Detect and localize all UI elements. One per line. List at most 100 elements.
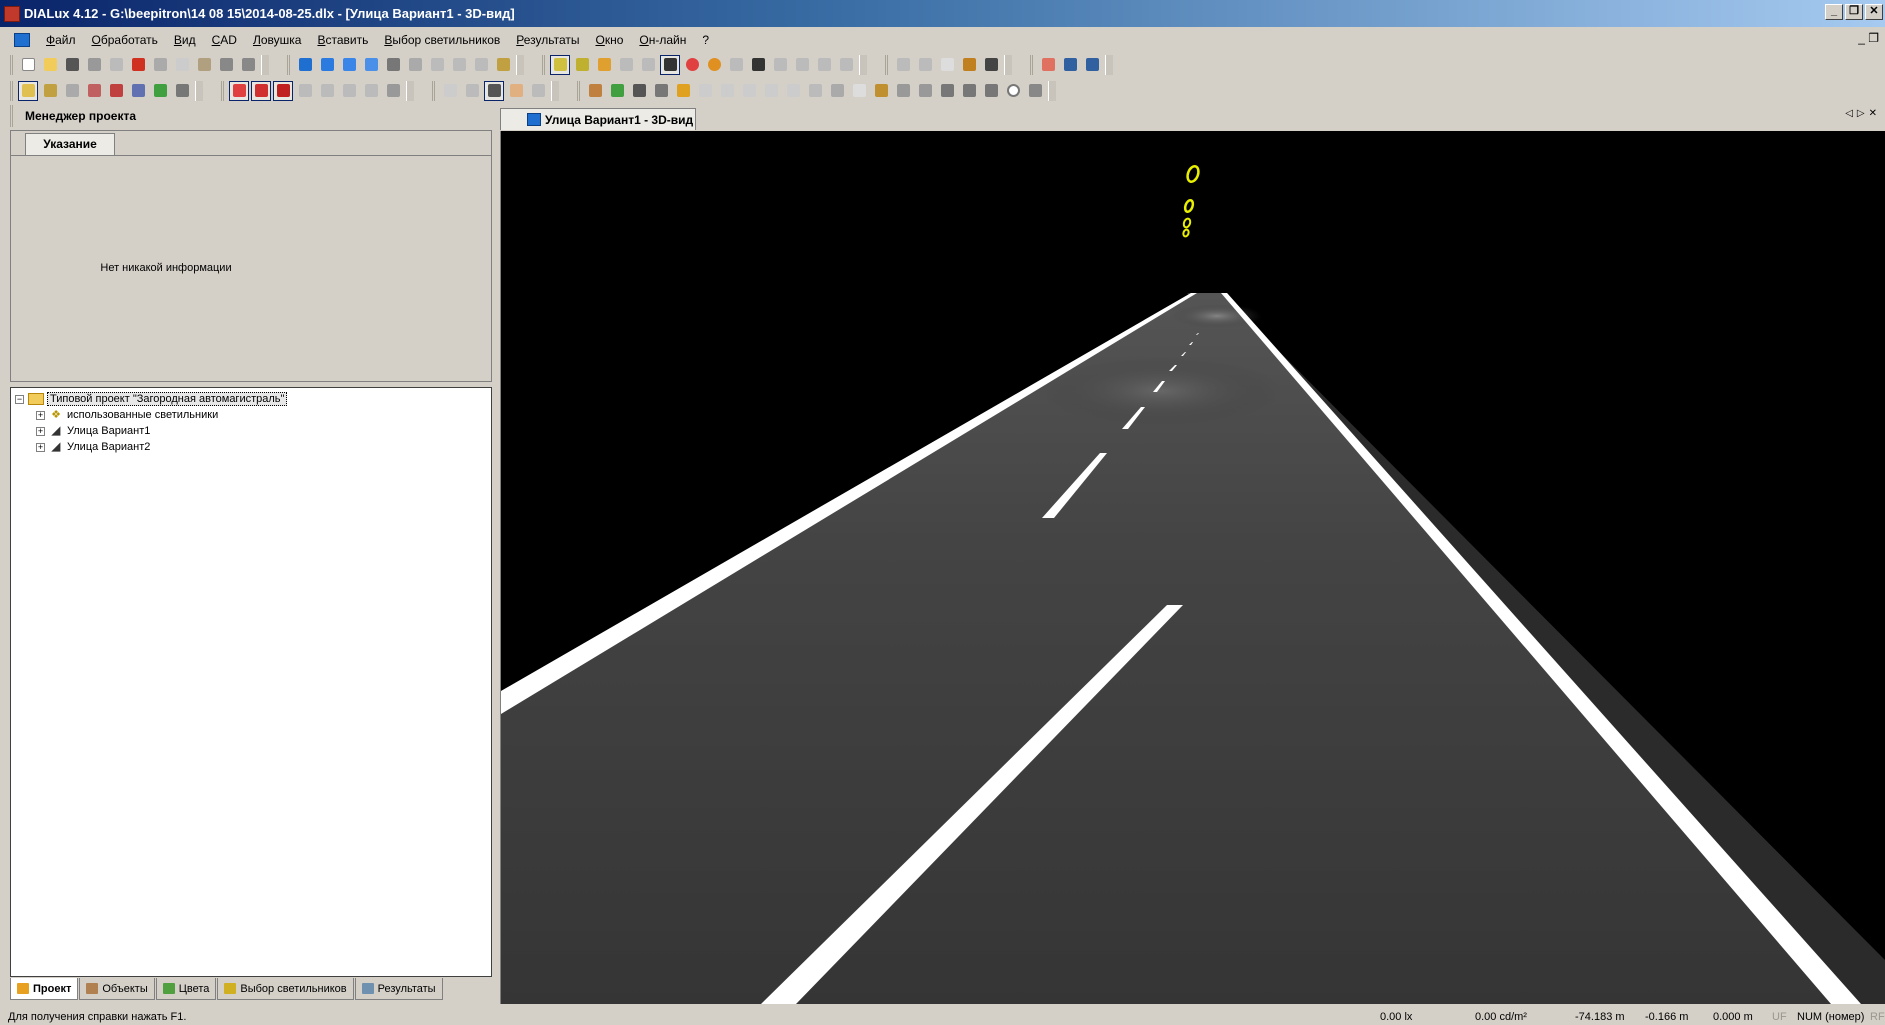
select-object-icon[interactable] — [62, 81, 82, 101]
shape-1-icon[interactable] — [695, 81, 715, 101]
line-icon[interactable] — [937, 81, 957, 101]
select-street-icon[interactable] — [172, 81, 192, 101]
report-icon[interactable] — [893, 55, 913, 75]
print-preview-icon[interactable] — [106, 55, 126, 75]
mdi-window-controls[interactable]: _ ❐ — [1858, 31, 1879, 45]
tree-item-used-luminaires[interactable]: + ❖ использованные светильники — [36, 407, 218, 423]
cut-icon[interactable] — [150, 55, 170, 75]
tiles-icon[interactable] — [1038, 55, 1058, 75]
export-icon[interactable] — [915, 55, 935, 75]
list-icon[interactable] — [1060, 55, 1080, 75]
curve-icon[interactable] — [981, 81, 1001, 101]
floor-plan-icon[interactable] — [317, 55, 337, 75]
side-view-icon[interactable] — [361, 55, 381, 75]
tree-item-street-variant-1[interactable]: + ◢ Улица Вариант1 — [36, 423, 150, 439]
pdf-export-icon[interactable] — [128, 55, 148, 75]
snap-4-icon[interactable] — [295, 81, 315, 101]
color-icon[interactable] — [594, 55, 614, 75]
minimize-button[interactable]: _ — [1825, 4, 1843, 20]
solid-icon[interactable] — [572, 55, 592, 75]
dialux-app-icon[interactable] — [4, 5, 20, 22]
calc-grid-icon[interactable] — [827, 81, 847, 101]
columns-icon[interactable] — [1082, 55, 1102, 75]
toolbar-dropdown[interactable] — [551, 80, 559, 101]
insert-luminaire-icon[interactable] — [585, 81, 605, 101]
tab-hint[interactable]: Указание — [25, 133, 115, 155]
toolbar-dropdown[interactable] — [1004, 54, 1012, 75]
area-icon[interactable] — [1025, 81, 1045, 101]
wrench-icon[interactable] — [493, 55, 513, 75]
toolbar-dropdown[interactable] — [1105, 54, 1113, 75]
orbit-icon[interactable] — [484, 80, 504, 101]
tab-3d-view[interactable]: Улица Вариант1 - 3D-вид — [500, 108, 696, 130]
menu-cad[interactable]: CAD — [204, 33, 245, 47]
clapboard-icon[interactable] — [981, 55, 1001, 75]
select-wall-icon[interactable] — [128, 81, 148, 101]
wand-icon[interactable] — [959, 55, 979, 75]
calc-surface-icon[interactable] — [849, 81, 869, 101]
luminaire-pen-icon[interactable] — [660, 54, 680, 75]
snap-5-icon[interactable] — [317, 81, 337, 101]
page-icon[interactable] — [937, 55, 957, 75]
copy-icon[interactable] — [172, 55, 192, 75]
expand-icon[interactable]: + — [36, 442, 45, 452]
menu-insert[interactable]: Вставить — [309, 33, 376, 47]
light-distribution-icon[interactable] — [616, 55, 636, 75]
menu-luminaire-selection[interactable]: Выбор светильников — [376, 33, 508, 47]
tab-project[interactable]: Проект — [10, 978, 79, 1000]
shape-4-icon[interactable] — [761, 81, 781, 101]
rotate-luminaire-icon[interactable] — [638, 55, 658, 75]
snap-8-icon[interactable] — [383, 81, 403, 101]
3d-viewport[interactable] — [500, 131, 1885, 1004]
hand-pan-icon[interactable] — [506, 81, 526, 101]
toolbar-dropdown[interactable] — [261, 54, 269, 75]
tree-item-street-variant-2[interactable]: + ◢ Улица Вариант2 — [36, 439, 150, 455]
measure-icon[interactable] — [726, 55, 746, 75]
tree-item-root[interactable]: − Типовой проект "Загородная автомагистр… — [15, 391, 288, 407]
redo-icon[interactable] — [238, 55, 258, 75]
tab-luminaire-selection[interactable]: Выбор светильников — [217, 978, 354, 1000]
open-folder-icon[interactable] — [40, 55, 60, 75]
document-icon[interactable] — [14, 33, 30, 47]
expand-icon[interactable]: + — [36, 426, 45, 436]
render-view-icon[interactable] — [383, 55, 403, 75]
grid-icon[interactable] — [770, 55, 790, 75]
3d-view-icon[interactable] — [295, 55, 315, 75]
snap-1-icon[interactable] — [229, 80, 249, 101]
menu-snap[interactable]: Ловушка — [245, 33, 309, 47]
close-button[interactable]: ✕ — [1865, 4, 1883, 20]
expand-icon[interactable]: + — [36, 410, 45, 420]
print-icon[interactable] — [84, 55, 104, 75]
insert-tree-icon[interactable] — [607, 81, 627, 101]
grid-2-icon[interactable] — [792, 55, 812, 75]
grid-3-icon[interactable] — [814, 55, 834, 75]
select-icon[interactable] — [18, 80, 38, 101]
camera-icon[interactable] — [915, 81, 935, 101]
pointer-icon[interactable] — [440, 81, 460, 101]
select-area-icon[interactable] — [84, 81, 104, 101]
save-icon[interactable] — [62, 55, 82, 75]
insert-building-icon[interactable] — [651, 81, 671, 101]
select-grid-icon[interactable] — [150, 81, 170, 101]
fly-icon[interactable] — [528, 81, 548, 101]
shape-2-icon[interactable] — [717, 81, 737, 101]
snap-2-icon[interactable] — [251, 80, 271, 101]
shape-6-icon[interactable] — [805, 81, 825, 101]
walk-icon[interactable] — [471, 55, 491, 75]
tab-colors[interactable]: Цвета — [155, 978, 217, 1000]
paint-icon[interactable] — [871, 81, 891, 101]
menu-edit[interactable]: Обработать — [84, 33, 166, 47]
luminaire-icon[interactable] — [1182, 228, 1190, 238]
toolbar-dropdown[interactable] — [1048, 80, 1056, 101]
menu-window[interactable]: Окно — [588, 33, 632, 47]
undo-icon[interactable] — [216, 55, 236, 75]
zoom-icon[interactable] — [462, 81, 482, 101]
isolines-icon[interactable] — [682, 55, 702, 75]
toolbar-dropdown[interactable] — [406, 80, 414, 101]
menu-view[interactable]: Вид — [166, 33, 204, 47]
menu-help[interactable]: ? — [694, 33, 717, 47]
luminaire-icon[interactable] — [1182, 217, 1192, 229]
circle-icon[interactable] — [1003, 81, 1023, 101]
menu-file[interactable]: Файл — [38, 33, 84, 47]
collapse-icon[interactable]: − — [15, 394, 24, 404]
